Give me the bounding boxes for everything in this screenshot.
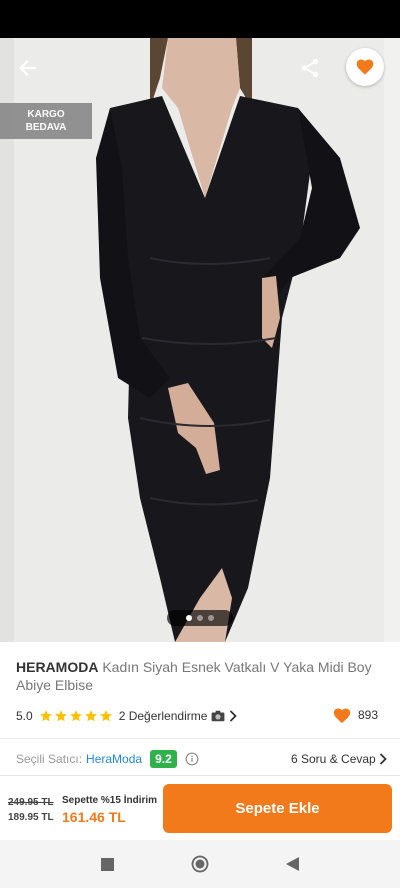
- gallery-dot-2[interactable]: [197, 615, 203, 621]
- divider: [0, 738, 400, 739]
- favorite-button[interactable]: [346, 48, 384, 86]
- star-icon: [69, 710, 82, 722]
- seller-name-link[interactable]: HeraModa: [86, 752, 142, 766]
- chevron-right-icon: [230, 710, 238, 722]
- questions-answers-link[interactable]: 6 Soru & Cevap: [291, 752, 387, 766]
- triangle-back-icon: [285, 857, 299, 871]
- star-icon: [99, 710, 112, 722]
- arrow-left-icon: [19, 60, 37, 76]
- heart-icon: [356, 59, 374, 75]
- seller-label: Seçili Satıcı:: [16, 752, 83, 766]
- reviews-link[interactable]: 2 Değerlendirme: [119, 709, 238, 723]
- share-icon: [301, 58, 319, 78]
- info-icon[interactable]: [185, 752, 199, 766]
- old-price: 249.95 TL: [8, 797, 54, 808]
- circle-icon: [191, 855, 209, 873]
- gallery-dot-1[interactable]: [186, 615, 192, 621]
- rating-row: 5.0 2 Değerlendirme: [16, 706, 386, 726]
- product-title: HERAMODA Kadın Siyah Esnek Vatkalı V Yak…: [16, 658, 386, 694]
- free-shipping-badge: KARGO BEDAVA: [0, 103, 92, 139]
- status-bar: [0, 0, 400, 38]
- recents-button[interactable]: [97, 854, 117, 874]
- add-to-cart-button[interactable]: Sepete Ekle: [163, 784, 392, 833]
- star-icon: [84, 710, 97, 722]
- seller-score-badge: 9.2: [150, 750, 177, 768]
- gallery-pagination: [167, 610, 233, 626]
- promo-label: Sepette %15 İndirim: [62, 795, 158, 806]
- purchase-bar: 249.95 TL 189.95 TL Sepette %15 İndirim …: [0, 775, 400, 840]
- chevron-right-icon: [379, 753, 387, 765]
- heart-icon: [333, 708, 351, 724]
- square-icon: [100, 857, 114, 871]
- star-rating: [39, 709, 113, 723]
- home-button[interactable]: [190, 854, 210, 874]
- gallery-dot-3[interactable]: [208, 615, 214, 621]
- back-button[interactable]: [10, 50, 46, 86]
- star-icon: [39, 710, 52, 722]
- badge-line-2: BEDAVA: [25, 122, 67, 133]
- share-button[interactable]: [292, 50, 328, 86]
- back-nav-button[interactable]: [282, 854, 302, 874]
- star-icon: [54, 710, 67, 722]
- rating-score: 5.0: [16, 709, 33, 723]
- favorite-count-value: 893: [358, 708, 379, 722]
- qa-text: 6 Soru & Cevap: [291, 752, 376, 766]
- badge-line-1: KARGO: [27, 109, 65, 120]
- promo-price: 161.46 TL: [62, 809, 126, 825]
- camera-icon: [211, 710, 225, 722]
- favorite-count: 893: [332, 706, 378, 724]
- system-nav-bar: [0, 840, 400, 888]
- brand-name[interactable]: HERAMODA: [16, 659, 98, 675]
- current-price: 189.95 TL: [8, 812, 54, 823]
- reviews-text: 2 Değerlendirme: [118, 709, 208, 723]
